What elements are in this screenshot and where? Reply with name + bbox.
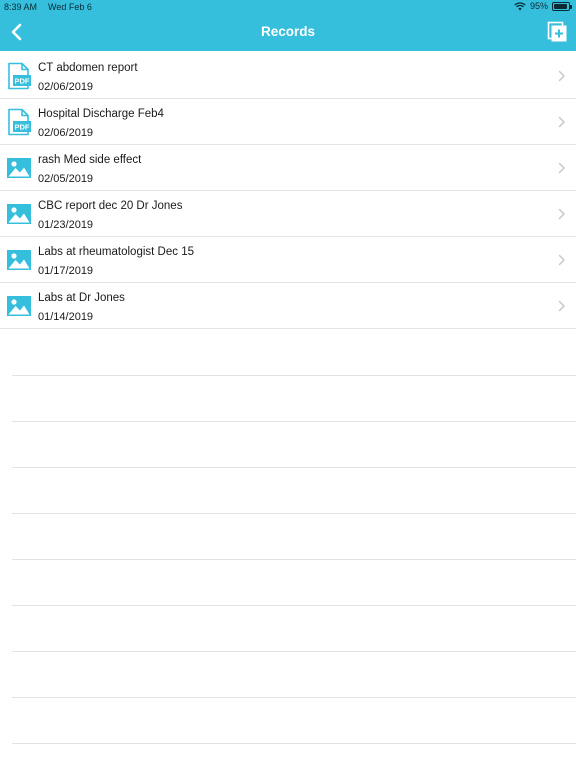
empty-row-separator [12, 467, 576, 468]
status-date: Wed Feb 6 [48, 2, 92, 12]
chevron-right-icon [558, 208, 565, 220]
status-bar: 8:39 AM Wed Feb 6 95% [0, 0, 576, 14]
record-name: rash Med side effect [38, 154, 142, 166]
image-icon [7, 250, 31, 270]
empty-row-separator [12, 421, 576, 422]
record-date: 01/17/2019 [38, 265, 94, 277]
record-row[interactable]: Labs at Dr Jones 01/14/2019 [0, 283, 576, 329]
pdf-icon: PDF [8, 108, 31, 136]
pdf-icon: PDF [8, 62, 31, 90]
record-name: Labs at rheumatologist Dec 15 [38, 246, 194, 258]
status-right: 95% [514, 1, 572, 11]
battery-icon [552, 1, 572, 11]
record-date: 02/06/2019 [38, 127, 94, 139]
pdf-label: PDF [15, 123, 30, 132]
empty-row-separator [12, 743, 576, 744]
record-name: CBC report dec 20 Dr Jones [38, 200, 183, 212]
add-document-icon[interactable] [546, 21, 568, 43]
battery-fill [554, 3, 568, 9]
empty-row-separator [12, 697, 576, 698]
record-date: 01/23/2019 [38, 219, 94, 231]
status-time: 8:39 AM [4, 2, 38, 12]
record-name: Hospital Discharge Feb4 [38, 108, 164, 120]
record-row[interactable]: Labs at rheumatologist Dec 15 01/17/2019 [0, 237, 576, 283]
image-icon [7, 296, 31, 316]
wifi-icon [514, 1, 526, 10]
record-name: CT abdomen report [38, 62, 138, 74]
empty-row-separator [12, 605, 576, 606]
chevron-right-icon [558, 162, 565, 174]
battery-percent: 95% [529, 1, 548, 11]
page-title: Records [260, 24, 316, 39]
chevron-right-icon [558, 300, 565, 312]
image-icon [7, 158, 31, 178]
record-row[interactable]: CBC report dec 20 Dr Jones 01/23/2019 [0, 191, 576, 237]
empty-row-separator [12, 651, 576, 652]
record-row[interactable]: PDF CT abdomen report 02/06/2019 [0, 53, 576, 99]
chevron-right-icon [558, 70, 565, 82]
empty-row-separator [12, 559, 576, 560]
records-list: PDF CT abdomen report 02/06/2019 PDF Hosp… [0, 53, 576, 329]
record-name: Labs at Dr Jones [38, 292, 125, 304]
nav-bar: Records [0, 14, 576, 51]
chevron-right-icon [558, 254, 565, 266]
empty-row-separator [12, 513, 576, 514]
image-icon [7, 204, 31, 224]
record-date: 02/05/2019 [38, 173, 94, 185]
record-date: 02/06/2019 [38, 81, 94, 93]
pdf-label: PDF [15, 77, 30, 86]
record-date: 01/14/2019 [38, 311, 94, 323]
record-row[interactable]: PDF Hospital Discharge Feb4 02/06/2019 [0, 99, 576, 145]
chevron-right-icon [558, 116, 565, 128]
empty-row-separator [12, 375, 576, 376]
record-row[interactable]: rash Med side effect 02/05/2019 [0, 145, 576, 191]
